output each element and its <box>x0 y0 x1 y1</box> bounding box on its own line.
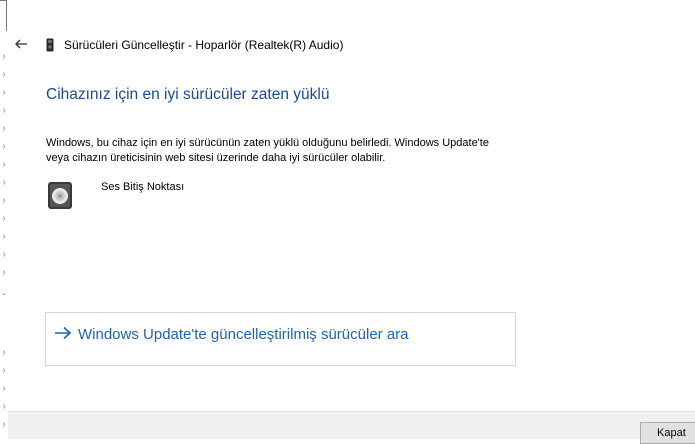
description-line-1: Windows, bu cihaz için en iyi sürücünün … <box>46 137 489 149</box>
footer-bar <box>8 411 695 439</box>
chevron-right-icon: › <box>2 365 6 376</box>
chevron-right-icon: › <box>2 177 6 188</box>
page-heading: Cihazınız için en iyi sürücüler zaten yü… <box>46 86 330 103</box>
description: Windows, bu cihaz için en iyi sürücünün … <box>46 136 546 166</box>
close-button[interactable]: Kapat <box>640 422 695 444</box>
chevron-right-icon: › <box>2 141 6 152</box>
device-icon <box>46 38 54 52</box>
chevron-right-icon: › <box>2 51 6 62</box>
chevron-right-icon: › <box>2 231 6 242</box>
chevron-right-icon: › <box>2 69 6 80</box>
back-arrow-icon[interactable] <box>14 37 30 53</box>
chevron-right-icon: › <box>2 159 6 170</box>
chevron-right-icon: › <box>2 213 6 224</box>
chevron-right-icon: › <box>2 347 6 358</box>
chevron-right-icon: › <box>2 267 6 278</box>
background-window-edge <box>0 0 7 31</box>
chevron-right-icon: › <box>2 419 6 430</box>
link-label: Windows Update'te güncelleştirilmiş sürü… <box>78 326 409 343</box>
chevron-right-icon: › <box>2 195 6 206</box>
background-window-strip: › › › › › › › › › › › › › ˇ › › › › › <box>0 0 8 438</box>
chevron-right-icon: › <box>2 401 6 412</box>
chevron-right-icon: › <box>2 87 6 98</box>
chevron-right-icon: › <box>2 383 6 394</box>
window-title: Sürücüleri Güncelleştir - Hoparlör (Real… <box>64 38 344 52</box>
chevron-right-icon: › <box>2 105 6 116</box>
chevron-right-icon: › <box>2 249 6 260</box>
search-windows-update-link[interactable]: Windows Update'te güncelleştirilmiş sürü… <box>45 312 516 366</box>
chevron-down-icon: ˇ <box>2 293 6 304</box>
device-name: Ses Bitiş Noktası <box>101 181 185 193</box>
description-line-2: veya cihazın üreticisinin web sitesi üze… <box>46 152 386 164</box>
arrow-right-icon <box>54 324 72 345</box>
chevron-right-icon: › <box>2 123 6 134</box>
speaker-icon <box>46 179 76 211</box>
